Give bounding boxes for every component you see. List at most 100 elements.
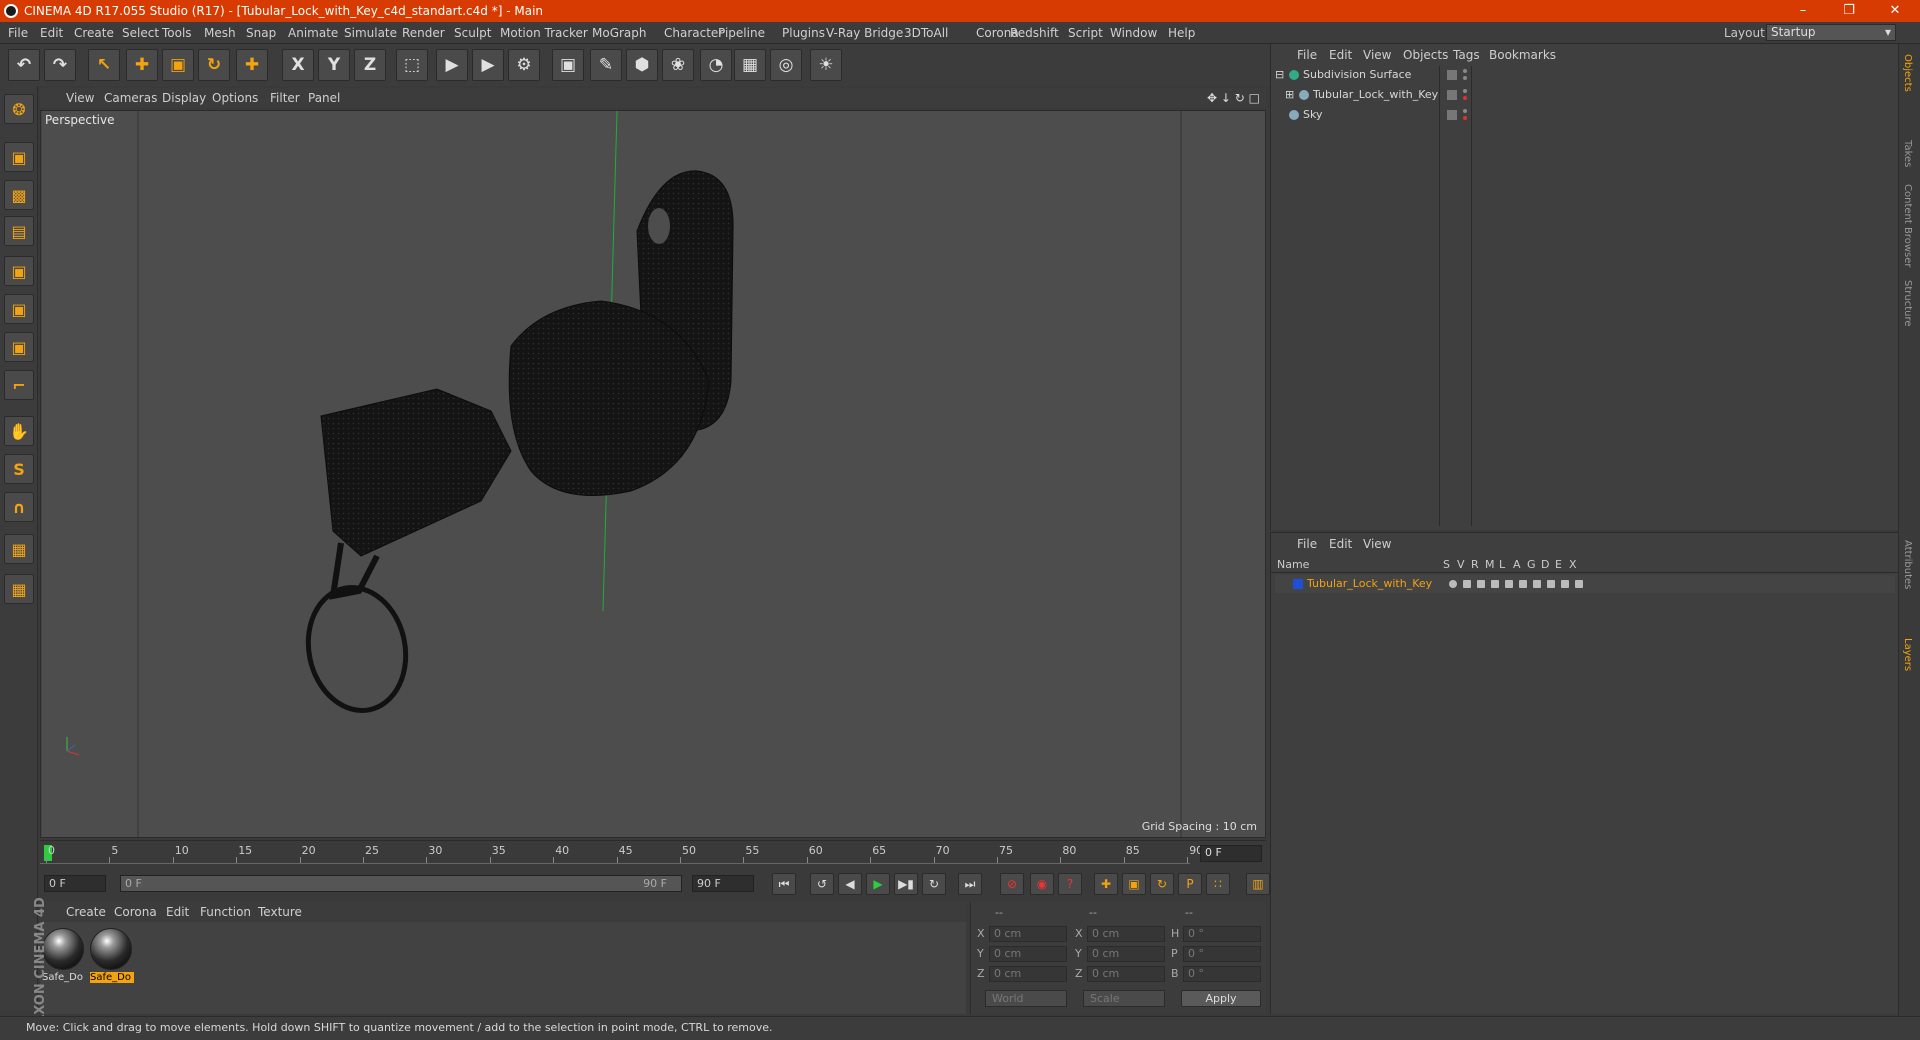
viewport-menu-display[interactable]: Display <box>162 91 206 105</box>
workplane-button[interactable]: ▤ <box>4 216 34 246</box>
coord-rotation-field[interactable]: 0 ° <box>1183 926 1261 942</box>
move-alt-button[interactable]: ✚ <box>236 49 268 81</box>
locked-workplane-button[interactable]: ▦ <box>4 534 34 564</box>
layer-flag-icon[interactable] <box>1533 580 1541 588</box>
layer-flag-icon[interactable] <box>1449 580 1457 588</box>
expander-icon[interactable]: ⊞ <box>1285 86 1294 104</box>
layer-flag-icon[interactable] <box>1477 580 1485 588</box>
menu-v-ray-bridge[interactable]: V-Ray Bridge <box>826 26 903 40</box>
rotate-button[interactable]: ↻ <box>198 49 230 81</box>
pen-button[interactable]: ✎ <box>590 49 622 81</box>
menu-select[interactable]: Select <box>122 26 159 40</box>
planar-workplane-button[interactable]: ▦ <box>4 574 34 604</box>
layer-row[interactable]: Tubular_Lock_with_Key <box>1275 575 1895 593</box>
close-button[interactable]: ✕ <box>1872 0 1918 22</box>
play-forward-button[interactable]: ▶ <box>866 873 890 895</box>
record-active-button[interactable]: ◉ <box>1030 873 1054 895</box>
layout-select[interactable]: Startup ▾ <box>1766 24 1896 41</box>
layer-flag-icon[interactable] <box>1505 580 1513 588</box>
menu-sculpt[interactable]: Sculpt <box>454 26 491 40</box>
object-row[interactable]: ⊞ Tubular_Lock_with_Key <box>1275 86 1895 104</box>
coordinate-system-button[interactable]: ⬚ <box>396 49 428 81</box>
timeline-window-button[interactable]: ▥ <box>1246 873 1270 895</box>
object-tag-icon[interactable] <box>1447 110 1457 120</box>
material-menu-texture[interactable]: Texture <box>258 905 302 919</box>
object-menu-bookmarks[interactable]: Bookmarks <box>1489 48 1556 62</box>
z-axis-button[interactable]: Z <box>354 49 386 81</box>
layer-color-swatch[interactable] <box>1293 579 1303 589</box>
expander-icon[interactable]: ⊟ <box>1275 66 1284 84</box>
apply-button[interactable]: Apply <box>1181 990 1261 1007</box>
texture-mode-button[interactable]: ▩ <box>4 180 34 210</box>
menu-mesh[interactable]: Mesh <box>204 26 236 40</box>
scale-button[interactable]: ▣ <box>162 49 194 81</box>
edit-render-settings-button[interactable]: ⚙ <box>508 49 540 81</box>
layer-column-s[interactable]: S <box>1443 558 1450 571</box>
object-menu-objects[interactable]: Objects <box>1403 48 1448 62</box>
coord-position-field[interactable]: 0 cm <box>989 926 1067 942</box>
redo-button[interactable]: ↷ <box>44 49 76 81</box>
object-menu-edit[interactable]: Edit <box>1329 48 1352 62</box>
current-frame-field[interactable]: 0 F <box>1200 845 1262 862</box>
material-menu-function[interactable]: Function <box>200 905 251 919</box>
coord-mode-select[interactable]: Scale <box>1083 990 1165 1007</box>
coord-position-field[interactable]: 0 cm <box>989 946 1067 962</box>
deformer-button[interactable]: ◔ <box>700 49 732 81</box>
material-menu-edit[interactable]: Edit <box>166 905 189 919</box>
layer-column-d[interactable]: D <box>1541 558 1549 571</box>
render-picture-button[interactable]: ▶ <box>472 49 504 81</box>
menu-help[interactable]: Help <box>1168 26 1195 40</box>
editor-visibility-dot[interactable] <box>1463 89 1467 93</box>
menu-script[interactable]: Script <box>1068 26 1103 40</box>
tab-objects[interactable]: Objects <box>1902 54 1913 92</box>
render-visibility-dot[interactable] <box>1463 96 1467 100</box>
restore-button[interactable]: ❐ <box>1826 0 1872 22</box>
end-frame-field[interactable]: 90 F <box>692 875 754 892</box>
layer-column-name[interactable]: Name <box>1277 558 1309 571</box>
layer-column-x[interactable]: X <box>1569 558 1577 571</box>
start-frame-field[interactable]: 0 F <box>44 875 106 892</box>
viewport-menu-panel[interactable]: Panel <box>308 91 340 105</box>
key-pla-button[interactable]: ∷ <box>1206 873 1230 895</box>
layer-flag-icon[interactable] <box>1463 580 1471 588</box>
viewport-scene[interactable] <box>41 111 1266 838</box>
magnet-button[interactable]: ∩ <box>4 492 34 522</box>
key-scale-button[interactable]: ▣ <box>1122 873 1146 895</box>
snap-button[interactable]: S <box>4 454 34 484</box>
layer-column-m[interactable]: M <box>1485 558 1495 571</box>
layer-column-v[interactable]: V <box>1457 558 1465 571</box>
polygons-mode-button[interactable]: ▣ <box>4 332 34 362</box>
render-view-button[interactable]: ▶ <box>436 49 468 81</box>
y-axis-button[interactable]: Y <box>318 49 350 81</box>
axis-button[interactable]: ⌐ <box>4 370 34 400</box>
key-param-button[interactable]: P <box>1178 873 1202 895</box>
material-swatch[interactable]: Safe_Do <box>90 928 134 986</box>
layer-flag-icon[interactable] <box>1547 580 1555 588</box>
menu-character[interactable]: Character <box>664 26 723 40</box>
object-row[interactable]: Sky <box>1275 106 1895 124</box>
tab-layers[interactable]: Layers <box>1902 638 1913 671</box>
points-mode-button[interactable]: ▣ <box>4 256 34 286</box>
cube-button[interactable]: ▣ <box>552 49 584 81</box>
menu-render[interactable]: Render <box>402 26 445 40</box>
menu-motion-tracker[interactable]: Motion Tracker <box>500 26 588 40</box>
select-arrow-button[interactable]: ↖ <box>88 49 120 81</box>
array-button[interactable]: ❀ <box>662 49 694 81</box>
layer-name[interactable]: Tubular_Lock_with_Key <box>1307 575 1432 593</box>
menu-simulate[interactable]: Simulate <box>344 26 397 40</box>
menu-redshift[interactable]: Redshift <box>1010 26 1059 40</box>
menu-tools[interactable]: Tools <box>162 26 192 40</box>
viewport-menu-view[interactable]: View <box>66 91 94 105</box>
menu-snap[interactable]: Snap <box>246 26 276 40</box>
viewport-menu-filter[interactable]: Filter <box>270 91 300 105</box>
object-name[interactable]: Sky <box>1303 106 1322 124</box>
layer-menu-view[interactable]: View <box>1363 537 1391 551</box>
menu-create[interactable]: Create <box>74 26 114 40</box>
light-button[interactable]: ☀ <box>810 49 842 81</box>
layer-column-a[interactable]: A <box>1513 558 1521 571</box>
layer-flag-icon[interactable] <box>1561 580 1569 588</box>
menu-pipeline[interactable]: Pipeline <box>718 26 765 40</box>
material-menu-corona[interactable]: Corona <box>114 905 157 919</box>
editor-visibility-dot[interactable] <box>1463 69 1467 73</box>
tubular-lock-model[interactable] <box>297 170 734 720</box>
